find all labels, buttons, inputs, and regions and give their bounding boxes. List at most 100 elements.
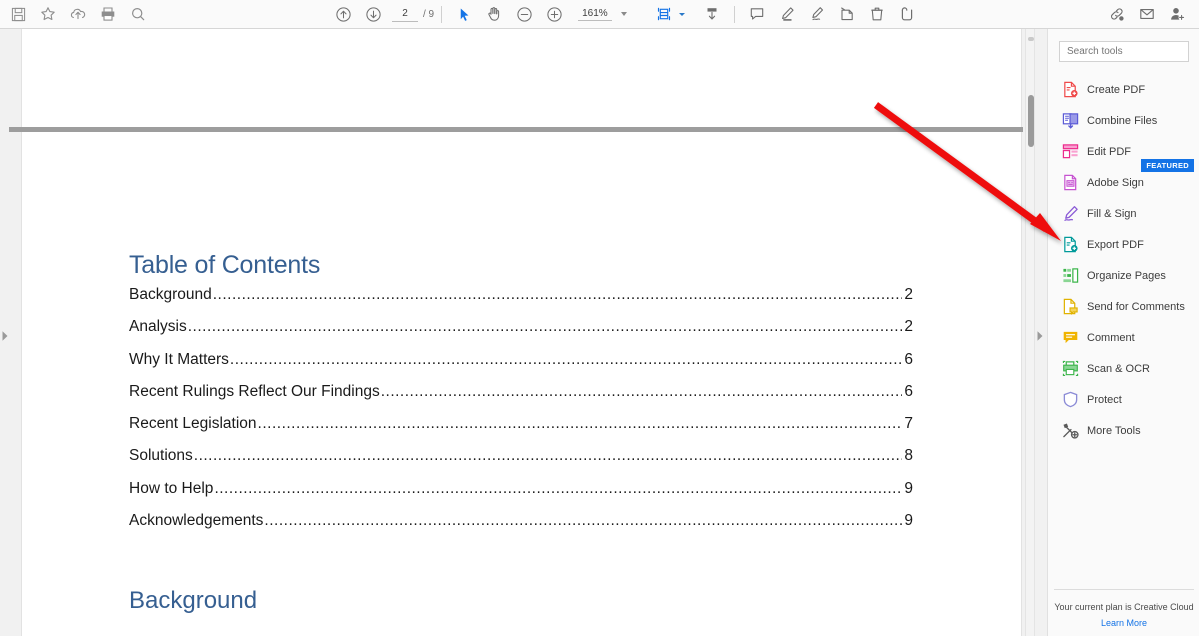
page-number-box: / 9 bbox=[392, 7, 434, 22]
tool-item-organize-pages[interactable]: Organize Pages bbox=[1048, 260, 1199, 291]
tool-item-combine-files[interactable]: Combine Files bbox=[1048, 105, 1199, 136]
share-tools-group bbox=[1102, 1, 1192, 27]
draw-icon[interactable] bbox=[802, 1, 832, 27]
tool-item-label: Scan & OCR bbox=[1087, 363, 1150, 375]
send-for-comments-icon bbox=[1062, 298, 1079, 315]
tool-item-more-tools[interactable]: More Tools bbox=[1048, 415, 1199, 446]
zoom-level-value: 161% bbox=[578, 8, 612, 21]
hand-pan-icon[interactable] bbox=[479, 1, 509, 27]
comment-icon[interactable] bbox=[742, 1, 772, 27]
plan-info-box: Your current plan is Creative Cloud Lear… bbox=[1048, 589, 1199, 636]
toc-leader-dots: ........................................… bbox=[194, 447, 903, 465]
arrow-up-circle-icon[interactable] bbox=[328, 1, 358, 27]
toc-entry[interactable]: Acknowledgements .......................… bbox=[129, 512, 913, 544]
tool-item-label: Send for Comments bbox=[1087, 301, 1185, 313]
page-title: Table of Contents bbox=[129, 251, 320, 280]
tool-item-label: Create PDF bbox=[1087, 84, 1145, 96]
more-tools-icon bbox=[1062, 422, 1079, 439]
scrollbar-thumb[interactable] bbox=[1028, 95, 1034, 147]
toc-leader-dots: ........................................… bbox=[381, 383, 903, 401]
toc-entry-label: Acknowledgements bbox=[129, 512, 263, 530]
search-icon[interactable] bbox=[123, 1, 153, 27]
upload-cloud-icon[interactable] bbox=[63, 1, 93, 27]
delete-icon[interactable] bbox=[862, 1, 892, 27]
tool-item-label: Edit PDF bbox=[1087, 146, 1131, 158]
toc-entry-label: Why It Matters bbox=[129, 351, 229, 369]
file-tools-group bbox=[3, 1, 153, 27]
create-pdf-icon bbox=[1062, 81, 1079, 98]
toc-entry-label: Analysis bbox=[129, 318, 187, 336]
tool-item-adobe-sign[interactable]: Adobe Sign FEATURED bbox=[1048, 167, 1199, 198]
tool-item-label: More Tools bbox=[1087, 425, 1141, 437]
tool-item-label: Organize Pages bbox=[1087, 270, 1166, 282]
toc-leader-dots: ........................................… bbox=[188, 318, 903, 336]
zoom-level-control[interactable]: 161% bbox=[578, 8, 627, 21]
toc-entry[interactable]: How to Help ............................… bbox=[129, 480, 913, 512]
tool-item-comment[interactable]: Comment bbox=[1048, 322, 1199, 353]
search-tools-input[interactable] bbox=[1059, 41, 1189, 62]
toc-entry-page: 6 bbox=[902, 351, 913, 369]
tool-item-export-pdf[interactable]: Export PDF bbox=[1048, 229, 1199, 260]
toc-entry-page: 8 bbox=[902, 447, 913, 465]
fill-and-sign-icon bbox=[1062, 205, 1079, 222]
fit-page-chevron-icon[interactable] bbox=[679, 13, 685, 16]
right-panel-collapse-icon[interactable] bbox=[1036, 329, 1044, 341]
zoom-out-icon[interactable] bbox=[509, 1, 539, 27]
comment-tool-icon bbox=[1062, 329, 1079, 346]
scan-ocr-icon bbox=[1062, 360, 1079, 377]
zoom-in-icon[interactable] bbox=[539, 1, 569, 27]
featured-badge: FEATURED bbox=[1141, 159, 1194, 172]
page-total-label: / 9 bbox=[423, 9, 434, 20]
toc-entry[interactable]: Analysis ...............................… bbox=[129, 318, 913, 350]
protect-icon bbox=[1062, 391, 1079, 408]
select-cursor-icon[interactable] bbox=[449, 1, 479, 27]
tool-item-send-for-comments[interactable]: Send for Comments bbox=[1048, 291, 1199, 322]
main-toolbar: / 9 bbox=[0, 0, 1199, 29]
tool-item-label: Combine Files bbox=[1087, 115, 1157, 127]
page-nav-group: / 9 bbox=[328, 1, 434, 27]
tool-item-label: Adobe Sign bbox=[1087, 177, 1144, 189]
tool-item-create-pdf[interactable]: Create PDF bbox=[1048, 74, 1199, 105]
print-icon[interactable] bbox=[93, 1, 123, 27]
share-link-icon[interactable] bbox=[1102, 1, 1132, 27]
acrobat-window: / 9 bbox=[0, 0, 1199, 636]
fit-page-icon[interactable] bbox=[649, 1, 679, 27]
star-icon[interactable] bbox=[33, 1, 63, 27]
toc-entry[interactable]: Recent Legislation .....................… bbox=[129, 415, 913, 447]
section-heading: Background bbox=[129, 587, 257, 615]
toc-entry[interactable]: Recent Rulings Reflect Our Findings ....… bbox=[129, 383, 913, 415]
email-icon[interactable] bbox=[1132, 1, 1162, 27]
toc-entry[interactable]: Background .............................… bbox=[129, 286, 913, 318]
table-of-contents: Background .............................… bbox=[129, 286, 913, 544]
toc-leader-dots: ........................................… bbox=[213, 286, 903, 304]
organize-pages-icon bbox=[1062, 267, 1079, 284]
toc-entry-page: 7 bbox=[902, 415, 913, 433]
tool-item-scan-ocr[interactable]: Scan & OCR bbox=[1048, 353, 1199, 384]
stamp-icon[interactable] bbox=[832, 1, 862, 27]
edit-pdf-icon bbox=[1062, 143, 1079, 160]
toc-entry-label: Background bbox=[129, 286, 212, 304]
scrollbar-track-cap bbox=[1028, 37, 1034, 41]
tool-item-fill-and-sign[interactable]: Fill & Sign bbox=[1048, 198, 1199, 229]
chevron-down-icon[interactable] bbox=[621, 12, 627, 16]
add-person-icon[interactable] bbox=[1162, 1, 1192, 27]
left-panel-expand-icon[interactable] bbox=[1, 329, 9, 341]
save-icon[interactable] bbox=[3, 1, 33, 27]
tool-item-protect[interactable]: Protect bbox=[1048, 384, 1199, 415]
toc-entry[interactable]: Solutions ..............................… bbox=[129, 447, 913, 479]
highlight-icon[interactable] bbox=[772, 1, 802, 27]
learn-more-link[interactable]: Learn More bbox=[1054, 618, 1194, 628]
tools-panel: Create PDF Combine Files bbox=[1047, 29, 1199, 636]
document-viewport[interactable]: Table of Contents Background ...........… bbox=[0, 29, 1035, 636]
scroll-mode-icon[interactable] bbox=[697, 1, 727, 27]
rotate-icon[interactable] bbox=[892, 1, 922, 27]
page-number-input[interactable] bbox=[392, 7, 418, 22]
toc-leader-dots: ........................................… bbox=[230, 351, 902, 369]
toc-leader-dots: ........................................… bbox=[264, 512, 902, 530]
tool-item-label: Fill & Sign bbox=[1087, 208, 1137, 220]
toc-entry[interactable]: Why It Matters .........................… bbox=[129, 351, 913, 383]
toc-entry-label: Recent Rulings Reflect Our Findings bbox=[129, 383, 380, 401]
arrow-down-circle-icon[interactable] bbox=[358, 1, 388, 27]
document-scrollbar[interactable] bbox=[1025, 29, 1035, 636]
toc-entry-page: 6 bbox=[902, 383, 913, 401]
